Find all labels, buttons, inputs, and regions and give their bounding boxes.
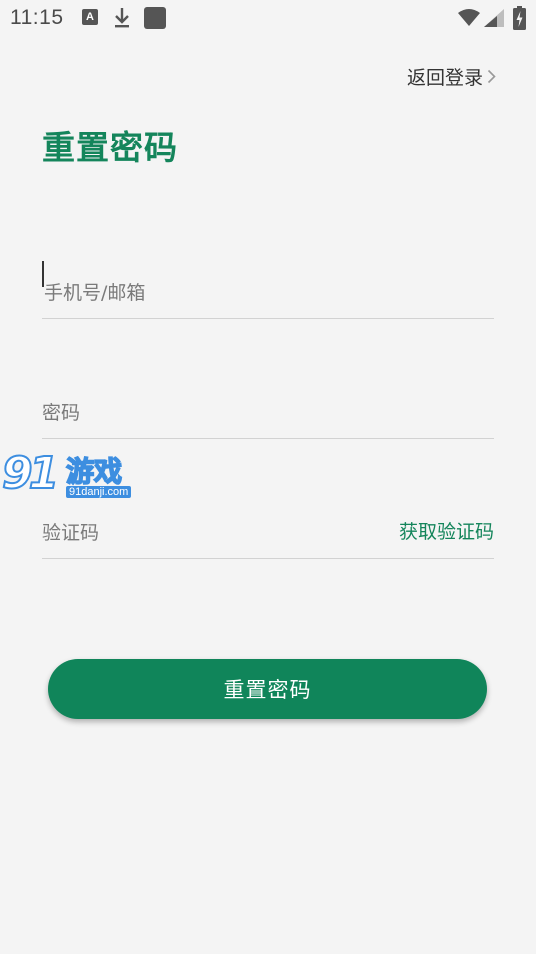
- verification-code-input[interactable]: [42, 522, 382, 544]
- reset-password-button[interactable]: 重置密码: [48, 659, 487, 719]
- watermark-number: 91: [1, 447, 60, 500]
- page-title: 重置密码: [42, 128, 178, 167]
- back-to-login-label: 返回登录: [406, 67, 483, 89]
- back-to-login-link[interactable]: 返回登录: [407, 63, 496, 90]
- get-code-button[interactable]: 获取验证码: [399, 517, 494, 544]
- wifi-icon: [458, 9, 480, 31]
- status-bar: 11:15 A: [0, 0, 536, 36]
- watermark-logo: 91 游戏 91danji.com: [1, 446, 142, 506]
- password-field: [42, 380, 494, 439]
- phone-email-input[interactable]: [44, 282, 384, 304]
- password-input[interactable]: [42, 402, 382, 424]
- verification-code-field: 获取验证码: [42, 500, 494, 559]
- watermark-domain: 91danji.com: [66, 486, 132, 498]
- app-square-icon: [144, 7, 166, 29]
- signal-icon: [484, 9, 504, 31]
- battery-charging-icon: [513, 6, 526, 34]
- phone-email-field: [42, 260, 494, 319]
- download-icon: [113, 7, 131, 33]
- a-notification-icon: A: [82, 9, 98, 25]
- status-time: 11:15: [10, 6, 64, 29]
- watermark-text: 游戏: [65, 454, 123, 489]
- chevron-right-icon: [487, 67, 496, 89]
